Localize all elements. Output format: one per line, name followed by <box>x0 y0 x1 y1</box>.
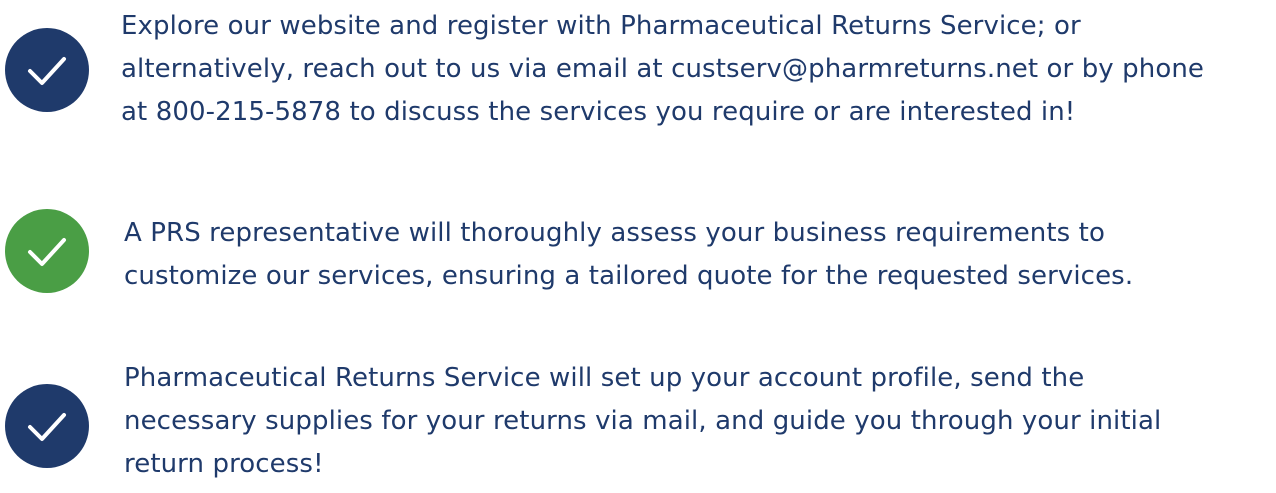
step-2-line-1: A PRS representative will thoroughly ass… <box>124 218 1105 248</box>
checkmark-icon <box>5 28 89 112</box>
step-1-line-3: at 800-215-5878 to discuss the services … <box>121 97 1076 127</box>
step-2-line-2: customize our services, ensuring a tailo… <box>124 261 1134 291</box>
step-1-line-1: Explore our website and register with Ph… <box>121 11 1081 41</box>
step-3-text: Pharmaceutical Returns Service will set … <box>124 357 1161 486</box>
step-1-line-2: alternatively, reach out to us via email… <box>121 54 1205 84</box>
checkmark-icon <box>5 384 89 468</box>
step-3-line-3: return process! <box>124 449 324 479</box>
step-3-line-2: necessary supplies for your returns via … <box>124 406 1162 436</box>
checkmark-icon <box>5 209 89 293</box>
step-2-text: A PRS representative will thoroughly ass… <box>124 212 1133 298</box>
step-1-text: Explore our website and register with Ph… <box>121 5 1204 134</box>
step-3-line-1: Pharmaceutical Returns Service will set … <box>124 363 1085 393</box>
